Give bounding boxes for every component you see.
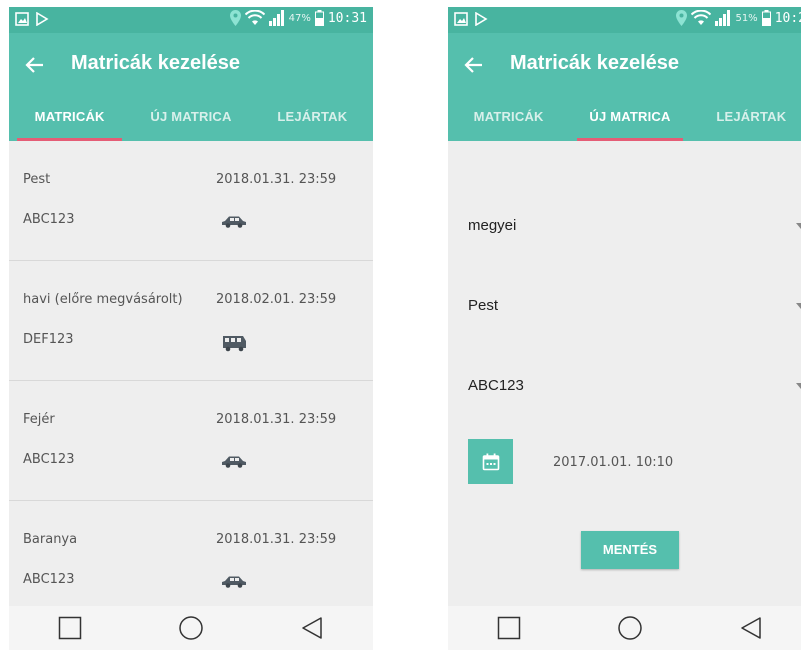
expiry-date: 2018.01.31. 23:59 xyxy=(216,172,337,187)
vehicle-plate-dropdown[interactable]: ABC123 xyxy=(466,371,801,401)
dropdown-arrow-icon xyxy=(796,303,801,309)
arrow-back-icon xyxy=(25,57,43,73)
play-store-icon xyxy=(36,12,49,26)
status-bar: 47% 10:31 xyxy=(9,7,373,33)
battery-icon xyxy=(761,10,771,26)
location-icon xyxy=(229,10,241,26)
list-item[interactable]: Pest 2018.01.31. 23:59 ABC123 xyxy=(9,141,373,261)
signal-icon xyxy=(268,10,284,26)
page-title: Matricák kezelése xyxy=(71,52,241,74)
back-nav-button[interactable] xyxy=(735,612,767,644)
image-notification-icon xyxy=(15,12,29,26)
tab-bar: MATRICÁK ÚJ MATRICA LEJÁRTAK xyxy=(448,97,801,141)
home-button[interactable] xyxy=(614,612,646,644)
recents-button[interactable] xyxy=(54,612,86,644)
app-bar: Matricák kezelése xyxy=(9,33,373,97)
status-bar: 51% 10:2 xyxy=(448,7,801,33)
image-notification-icon xyxy=(454,12,468,26)
sticker-type-value: megyei xyxy=(468,217,517,234)
sticker-type-dropdown[interactable]: megyei xyxy=(466,211,801,241)
app-bar: Matricák kezelése xyxy=(448,33,801,97)
battery-icon xyxy=(314,10,324,26)
tab-lejartak[interactable]: LEJÁRTAK xyxy=(691,97,801,141)
triangle-back-icon xyxy=(741,617,762,639)
wifi-icon xyxy=(244,10,265,25)
home-button[interactable] xyxy=(175,612,207,644)
triangle-back-icon xyxy=(302,617,323,639)
county-dropdown[interactable]: Pest xyxy=(466,291,801,321)
clock: 10:2 xyxy=(774,10,801,26)
car-icon xyxy=(222,456,246,468)
license-plate: DEF123 xyxy=(23,332,74,347)
list-item[interactable]: Baranya 2018.01.31. 23:59 ABC123 xyxy=(9,501,373,621)
bus-icon xyxy=(223,336,246,352)
tab-uj-matrica[interactable]: ÚJ MATRICA xyxy=(569,97,690,141)
back-button[interactable] xyxy=(21,51,49,79)
wifi-icon xyxy=(691,10,712,25)
county-value: Pest xyxy=(468,297,499,314)
expiry-date: 2018.01.31. 23:59 xyxy=(216,412,337,427)
system-nav-bar xyxy=(9,606,373,650)
plate-value: ABC123 xyxy=(468,377,524,394)
save-button[interactable]: MENTÉS xyxy=(581,531,679,569)
circle-icon xyxy=(179,616,203,640)
car-icon xyxy=(222,216,246,228)
car-icon xyxy=(222,576,246,588)
sticker-name: Baranya xyxy=(23,532,78,547)
tab-uj-matrica[interactable]: ÚJ MATRICA xyxy=(130,97,251,141)
date-picker-button[interactable] xyxy=(468,439,513,484)
battery-percent: 47% xyxy=(288,12,311,24)
sticker-name: Fejér xyxy=(23,412,55,427)
list-item[interactable]: havi (előre megvásárolt) 2018.02.01. 23:… xyxy=(9,261,373,381)
play-store-icon xyxy=(475,12,488,26)
calendar-icon xyxy=(482,453,499,470)
selected-datetime: 2017.01.01. 10:10 xyxy=(553,455,674,470)
expiry-date: 2018.01.31. 23:59 xyxy=(216,532,337,547)
tab-matricak[interactable]: MATRICÁK xyxy=(9,97,130,141)
license-plate: ABC123 xyxy=(23,572,75,587)
dropdown-arrow-icon xyxy=(796,223,801,229)
back-button[interactable] xyxy=(460,51,488,79)
list-item[interactable]: Fejér 2018.01.31. 23:59 ABC123 xyxy=(9,381,373,501)
battery-percent: 51% xyxy=(735,12,758,24)
square-icon xyxy=(58,616,81,640)
dropdown-arrow-icon xyxy=(796,383,801,389)
recents-button[interactable] xyxy=(493,612,525,644)
location-icon xyxy=(676,10,688,26)
back-nav-button[interactable] xyxy=(296,612,328,644)
square-icon xyxy=(497,616,520,640)
sticker-list: Pest 2018.01.31. 23:59 ABC123 havi (előr… xyxy=(9,141,373,621)
tab-matricak[interactable]: MATRICÁK xyxy=(448,97,569,141)
circle-icon xyxy=(618,616,642,640)
phone-screen-list: 47% 10:31 Matricák kezelése MATRICÁK ÚJ … xyxy=(9,7,373,650)
tab-bar: MATRICÁK ÚJ MATRICA LEJÁRTAK xyxy=(9,97,373,141)
expiry-date: 2018.02.01. 23:59 xyxy=(216,292,337,307)
license-plate: ABC123 xyxy=(23,212,75,227)
system-nav-bar xyxy=(448,606,801,650)
phone-screen-new-sticker: 51% 10:2 Matricák kezelése MATRICÁK ÚJ M… xyxy=(448,7,801,650)
page-title: Matricák kezelése xyxy=(510,52,680,74)
arrow-back-icon xyxy=(464,57,482,73)
signal-icon xyxy=(715,10,731,26)
tab-lejartak[interactable]: LEJÁRTAK xyxy=(252,97,373,141)
sticker-name: havi (előre megvásárolt) xyxy=(23,292,183,307)
clock: 10:31 xyxy=(327,10,367,26)
sticker-name: Pest xyxy=(23,172,51,187)
license-plate: ABC123 xyxy=(23,452,75,467)
